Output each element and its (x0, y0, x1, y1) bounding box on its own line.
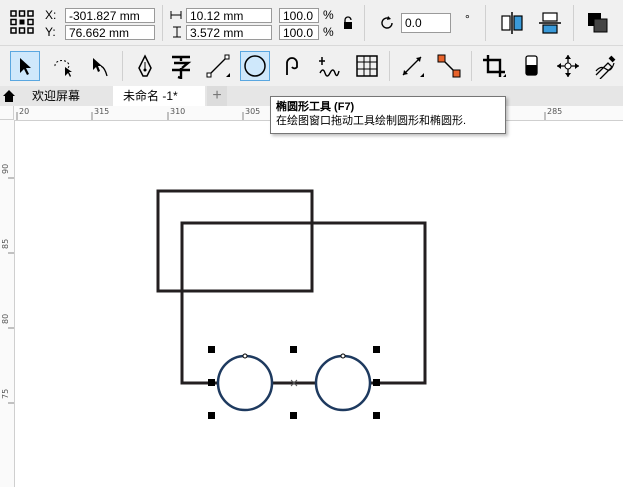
artistic-media-tool[interactable] (314, 51, 344, 81)
mirror-horizontal-icon[interactable] (499, 10, 525, 36)
arrange-icon[interactable] (585, 10, 611, 36)
ruler-label: 75 (1, 388, 10, 399)
connector-tool[interactable] (434, 51, 464, 81)
ruler-label: 315 (94, 107, 110, 116)
tooltip: 椭圆形工具 (F7) 在绘图窗口拖动工具绘制圆形和椭圆形. (270, 96, 506, 134)
toolbox (0, 46, 623, 87)
pan-icon (557, 55, 579, 77)
rectangle-shape[interactable] (180, 221, 427, 385)
y-label: Y: (45, 25, 56, 39)
mirror-vertical-icon[interactable] (537, 10, 563, 36)
divider (573, 5, 574, 41)
rotate-icon (381, 16, 393, 29)
connector-icon (437, 54, 461, 78)
crop-tool[interactable] (479, 51, 509, 81)
rotation-field[interactable]: 0.0 (401, 13, 451, 33)
dimension-icon (402, 56, 424, 77)
y-position-field[interactable]: 76.662 mm (65, 25, 155, 40)
ruler-label: 85 (1, 238, 10, 249)
ruler-label: 310 (170, 107, 186, 116)
percent-label: % (323, 8, 334, 22)
text-tool[interactable] (166, 51, 196, 81)
pan-tool[interactable] (553, 51, 583, 81)
x-label: X: (45, 8, 57, 22)
divider (122, 51, 123, 81)
shape-tool[interactable] (85, 51, 115, 81)
ellipse-icon (244, 55, 266, 77)
ruler-label: 20 (19, 107, 30, 116)
ruler-label: 90 (1, 163, 10, 174)
shape-node-icon (93, 58, 108, 77)
text-char-icon (172, 55, 192, 79)
tab-welcome[interactable]: 欢迎屏幕 (18, 86, 112, 106)
pen-nib-icon (138, 54, 152, 77)
selection-handle[interactable] (208, 412, 215, 419)
width-field[interactable]: 10.12 mm (186, 8, 272, 23)
scale-y-field[interactable]: 100.0 (279, 25, 319, 40)
selection-handle[interactable] (208, 346, 215, 353)
pick-tool[interactable] (10, 51, 40, 81)
dimension-tool[interactable] (397, 51, 427, 81)
ruler-label: 305 (245, 107, 261, 116)
selection-handle[interactable] (373, 412, 380, 419)
eyedropper-icon (595, 55, 616, 79)
selection-handle[interactable] (373, 346, 380, 353)
x-position-field[interactable]: -301.827 mm (65, 8, 155, 23)
ellipse-tool[interactable] (240, 51, 270, 81)
pointer-icon (20, 58, 31, 75)
property-bar: X: Y: -301.827 mm 76.662 mm 10.12 mm 3.5… (0, 0, 623, 46)
tooltip-description: 在绘图窗口拖动工具绘制圆形和椭圆形. (276, 115, 467, 127)
line-icon (206, 54, 230, 78)
node-handle[interactable] (242, 353, 248, 359)
divider (364, 5, 365, 41)
tooltip-title: 椭圆形工具 (F7) (276, 101, 355, 113)
tab-document[interactable]: 未命名 -1* (113, 86, 205, 106)
home-icon[interactable] (2, 89, 16, 103)
circle-shape[interactable] (216, 354, 274, 412)
pen-tool[interactable] (130, 51, 160, 81)
eyedropper-tool[interactable] (590, 51, 620, 81)
spiral-icon (286, 57, 298, 75)
selection-handle[interactable] (373, 379, 380, 386)
table-tool[interactable] (352, 51, 382, 81)
artistic-media-icon (319, 57, 340, 77)
divider (471, 51, 472, 81)
crop-icon (483, 55, 506, 77)
divider (389, 51, 390, 81)
divider (485, 5, 486, 41)
ruler-label: 285 (547, 107, 563, 116)
circle-shape[interactable] (314, 354, 372, 412)
freehand-pick-tool[interactable] (48, 51, 78, 81)
drawing-canvas[interactable] (15, 121, 623, 487)
eraser-tool[interactable] (516, 51, 546, 81)
grid-position-icon[interactable] (8, 8, 36, 36)
node-handle[interactable] (340, 353, 346, 359)
scale-x-field[interactable]: 100.0 (279, 8, 319, 23)
width-icon (170, 11, 182, 19)
ruler-ticks (8, 177, 14, 404)
selection-handle[interactable] (290, 346, 297, 353)
selection-handle[interactable] (208, 379, 215, 386)
vertical-ruler[interactable]: 90 85 80 75 (0, 120, 15, 487)
table-icon (356, 55, 378, 77)
lock-icon[interactable] (342, 16, 354, 30)
selection-handle[interactable] (290, 412, 297, 419)
height-icon (173, 26, 181, 38)
ruler-label: 80 (1, 313, 10, 324)
line-tool[interactable] (203, 51, 233, 81)
add-tab-button[interactable]: + (207, 86, 227, 106)
eraser-icon (525, 55, 538, 76)
ruler-origin[interactable] (0, 106, 14, 120)
percent-label: % (323, 25, 334, 39)
lasso-icon (54, 60, 72, 77)
height-field[interactable]: 3.572 mm (186, 25, 272, 40)
spiral-tool[interactable] (277, 51, 307, 81)
divider (162, 5, 163, 41)
degree-label: ° (465, 12, 470, 26)
